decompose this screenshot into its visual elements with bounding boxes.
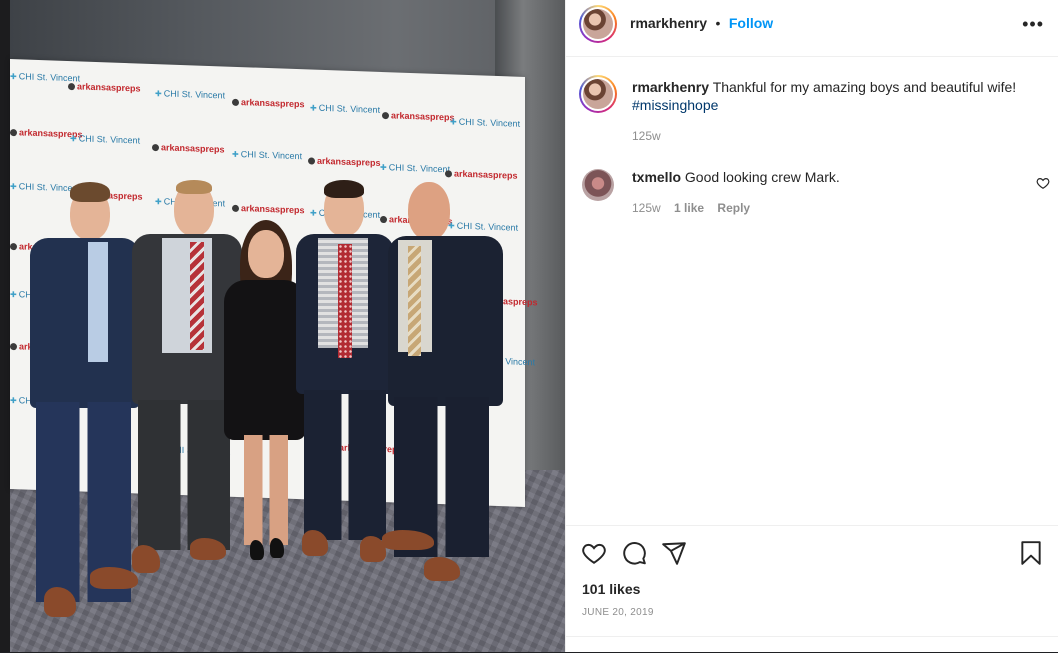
post-date[interactable]: JUNE 20, 2019 — [582, 607, 654, 618]
comment-like-heart-icon[interactable] — [1036, 176, 1050, 190]
caption-timestamp[interactable]: 125w — [632, 129, 661, 143]
caption-hashtag[interactable]: #missinghope — [632, 97, 718, 113]
comment-timestamp[interactable]: 125w — [632, 201, 661, 215]
caption-username[interactable]: rmarkhenry — [632, 79, 709, 95]
share-icon[interactable] — [661, 540, 687, 566]
backdrop-logo-arkansaspreps: arkansaspreps — [308, 155, 381, 168]
post-header: rmarkhenry • Follow ••• — [566, 0, 1058, 57]
caption-text: Thankful for my amazing boys and beautif… — [712, 79, 1017, 95]
post-photo[interactable]: CHI St. Vincent arkansaspreps CHI St. Vi… — [0, 0, 565, 652]
comment-likes[interactable]: 1 like — [674, 201, 704, 215]
post-caption: rmarkhenry Thankful for my amazing boys … — [632, 78, 1042, 114]
comment-reply-button[interactable]: Reply — [717, 201, 750, 215]
caption-author-avatar[interactable] — [579, 75, 617, 113]
add-comment-bar[interactable] — [566, 636, 1058, 653]
bookmark-icon[interactable] — [1018, 540, 1044, 566]
post-actions: 101 likes JUNE 20, 2019 — [566, 525, 1058, 653]
heart-icon[interactable] — [581, 540, 607, 566]
backdrop-logo-chi: CHI St. Vincent — [232, 149, 302, 161]
backdrop-logo-chi: CHI St. Vincent — [155, 88, 225, 100]
backdrop-logo-chi: CHI St. Vincent — [70, 133, 140, 145]
header-separator: • — [715, 15, 721, 31]
author-username[interactable]: rmarkhenry — [630, 15, 707, 31]
backdrop-logo-arkansaspreps: arkansaspreps — [445, 168, 518, 181]
comment-meta: 125w 1 like Reply — [632, 201, 750, 215]
author-avatar[interactable] — [579, 5, 617, 43]
backdrop-logo-chi: CHI St. Vincent — [310, 102, 380, 115]
commenter-avatar[interactable] — [582, 169, 614, 201]
backdrop-logo-arkansaspreps: arkansaspreps — [232, 97, 305, 109]
backdrop-logo-arkansaspreps: arkansaspreps — [68, 81, 141, 93]
backdrop-logo-arkansaspreps: arkansaspreps — [152, 142, 225, 154]
more-options-icon[interactable]: ••• — [1022, 14, 1044, 35]
comment-icon[interactable] — [621, 540, 647, 566]
photo-left-border — [0, 0, 10, 652]
backdrop-logo-arkansaspreps: arkansaspreps — [382, 110, 455, 122]
likes-count[interactable]: 101 likes — [582, 581, 640, 597]
person-navy-suit-tan-tie — [380, 182, 505, 582]
backdrop-logo-chi: CHI St. Vincent — [380, 162, 450, 174]
comment: txmello Good looking crew Mark. — [632, 169, 840, 185]
person-black-dress — [222, 220, 307, 565]
post-side-panel: rmarkhenry • Follow ••• rmarkhenry Thank… — [565, 0, 1058, 652]
person-navy-suit — [18, 182, 143, 622]
comment-text: Good looking crew Mark. — [684, 169, 840, 185]
follow-button[interactable]: Follow — [729, 15, 773, 31]
backdrop-logo-chi: CHI St. Vincent — [450, 116, 520, 129]
comment-username[interactable]: txmello — [632, 169, 681, 185]
